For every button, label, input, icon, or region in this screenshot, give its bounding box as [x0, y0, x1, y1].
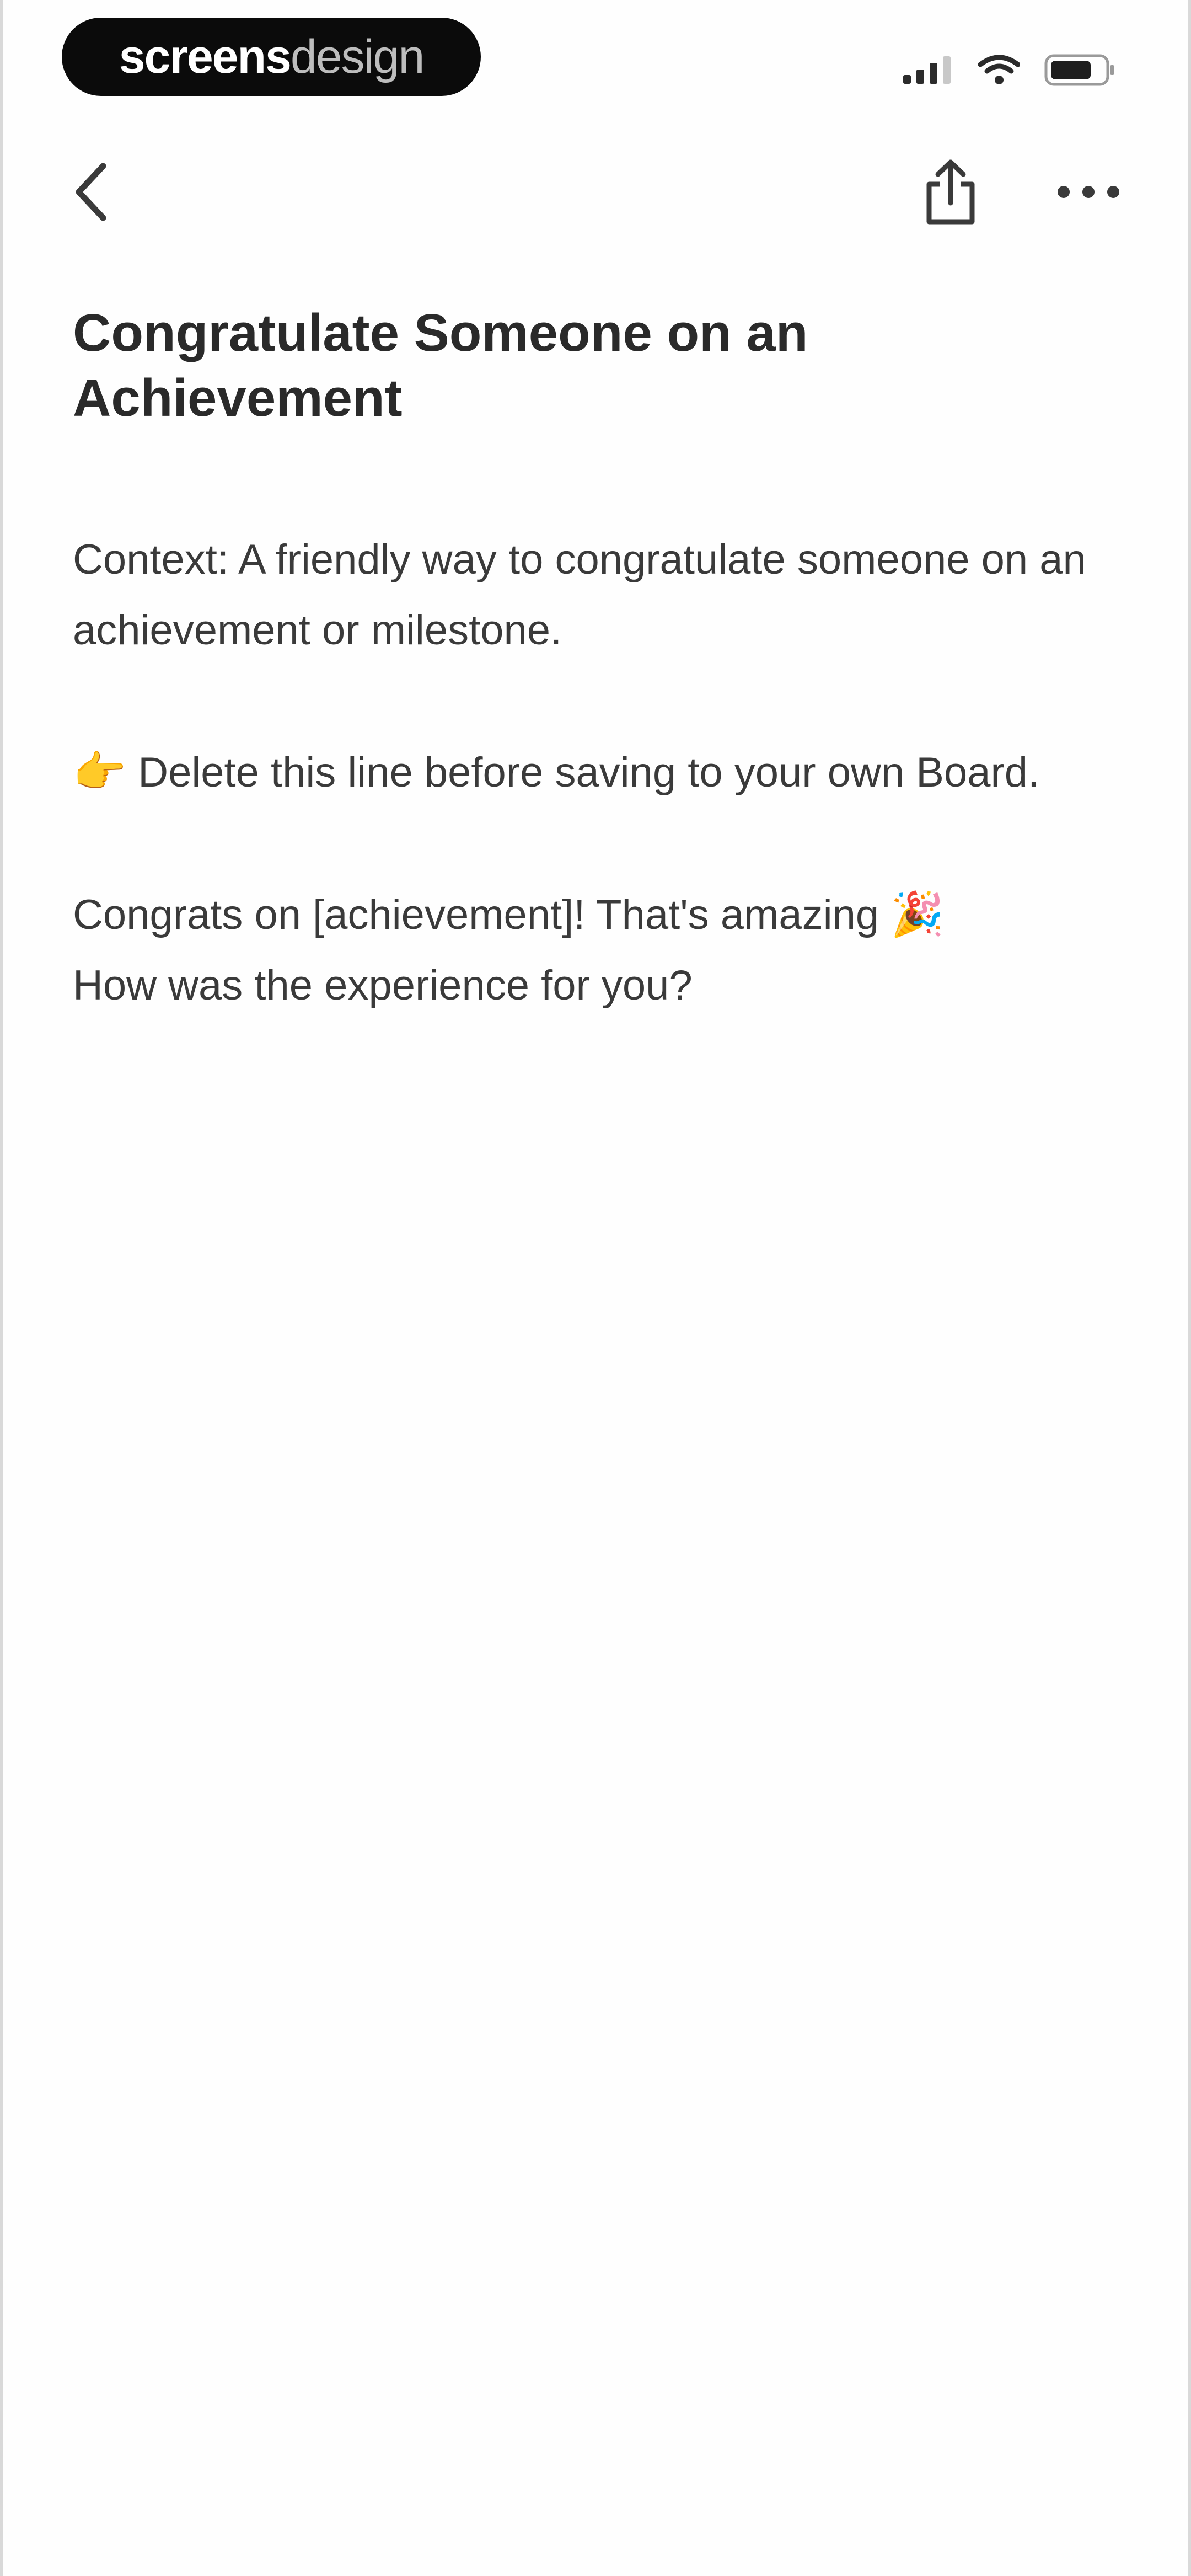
- share-button[interactable]: [912, 154, 989, 232]
- more-horizontal-icon: [1055, 184, 1122, 203]
- instruction-note-text: Delete this line before saving to your o…: [126, 749, 1040, 796]
- brand-logo-strong: screens: [119, 30, 292, 83]
- battery-icon: [1044, 54, 1116, 86]
- message-text: Congrats on [achievement]! That's amazin…: [73, 891, 891, 938]
- template-content: Congratulate Someone on an Achievement C…: [73, 301, 1120, 1021]
- message-question: How was the experience for you?: [73, 962, 693, 1009]
- context-text: Context: A friendly way to congratulate …: [73, 536, 1086, 654]
- app-screen: screens design Congratulate Someone on a…: [0, 0, 1191, 2576]
- pointing-hand-emoji: 👉: [73, 747, 127, 796]
- share-icon: [920, 158, 981, 229]
- more-button[interactable]: [1050, 154, 1127, 232]
- back-button[interactable]: [64, 160, 119, 226]
- party-popper-emoji: 🎉: [890, 890, 945, 938]
- status-icons: [903, 51, 1116, 89]
- wifi-icon: [978, 55, 1020, 85]
- chevron-left-icon: [72, 162, 111, 225]
- page-title: Congratulate Someone on an Achievement: [73, 303, 808, 427]
- cellular-signal-icon: [903, 56, 954, 84]
- instruction-note: 👉 Delete this line before saving to your…: [73, 736, 1054, 808]
- navigation-bar: [3, 138, 1188, 248]
- brand-logo-light: design: [290, 30, 425, 83]
- status-bar: screens design: [3, 0, 1188, 116]
- brand-logo: screens design: [62, 18, 481, 96]
- message-template: Congrats on [achievement]! That's amazin…: [73, 879, 1120, 1021]
